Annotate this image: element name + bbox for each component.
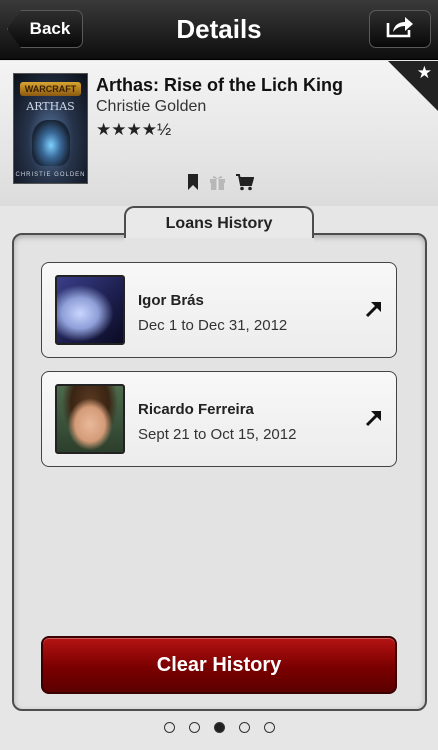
clear-history-button[interactable]: Clear History (41, 636, 397, 694)
navigation-bar: Back Details (0, 0, 438, 60)
page-dot[interactable] (213, 722, 225, 733)
cart-icon[interactable] (236, 173, 254, 191)
rating-stars: ★★★★½ (96, 120, 172, 139)
star-icon: ★ (416, 63, 432, 82)
bookmark-icon[interactable] (187, 173, 199, 191)
share-button[interactable] (369, 10, 431, 48)
cover-art (32, 120, 70, 166)
loan-borrower-name: Igor Brás (138, 292, 204, 309)
loans-history-heading: Loans History (124, 206, 314, 246)
avatar (55, 384, 125, 454)
cover-logo: WARCRAFT (20, 82, 81, 96)
loan-item[interactable]: Igor Brás Dec 1 to Dec 31, 2012 (41, 262, 397, 358)
cover-title: ARTHAS (26, 100, 75, 113)
cover-author: CHRISTIE GOLDEN (15, 172, 86, 178)
page-dot[interactable] (163, 722, 175, 733)
page-dot[interactable] (238, 722, 250, 733)
avatar (55, 275, 125, 345)
loan-borrower-name: Ricardo Ferreira (138, 401, 254, 418)
page-dot[interactable] (188, 722, 200, 733)
book-actions (187, 172, 254, 192)
page-indicator[interactable] (0, 722, 438, 736)
arrow-up-right-icon[interactable] (364, 299, 384, 319)
share-icon (385, 15, 415, 44)
gift-icon[interactable] (209, 174, 226, 191)
book-title: Arthas: Rise of the Lich King (96, 75, 344, 95)
loan-dates: Dec 1 to Dec 31, 2012 (138, 317, 288, 334)
book-header: WARCRAFT ARTHAS CHRISTIE GOLDEN Arthas: … (0, 61, 438, 206)
loan-item[interactable]: Ricardo Ferreira Sept 21 to Oct 15, 2012 (41, 371, 397, 467)
loan-dates: Sept 21 to Oct 15, 2012 (138, 426, 297, 443)
book-author: Christie Golden (96, 98, 207, 115)
arrow-up-right-icon[interactable] (364, 408, 384, 428)
page-dot[interactable] (263, 722, 275, 733)
book-cover[interactable]: WARCRAFT ARTHAS CHRISTIE GOLDEN (13, 73, 88, 184)
